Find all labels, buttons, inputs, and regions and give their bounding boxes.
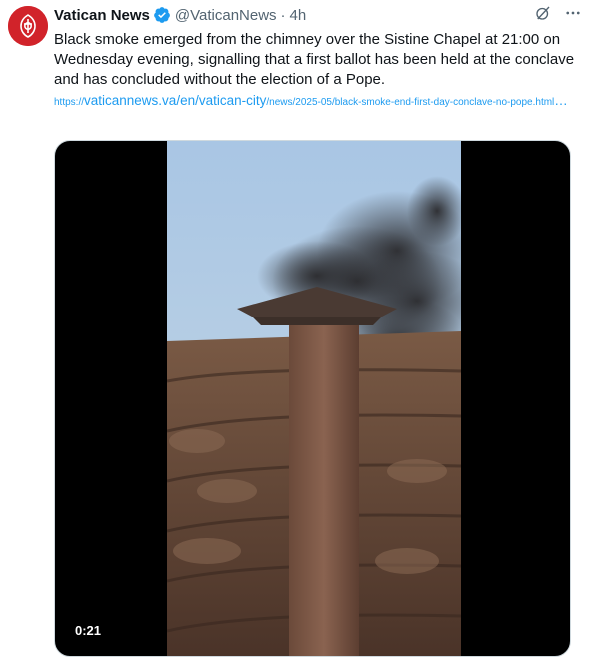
vatican-news-logo-icon — [8, 6, 48, 46]
tweet-link[interactable]: https://vaticannews.va/en/vatican-city/n… — [54, 92, 579, 112]
grok-icon[interactable] — [534, 4, 552, 26]
verified-badge-icon — [153, 6, 171, 24]
link-prefix: https:// — [54, 97, 85, 108]
link-ellipsis: … — [554, 93, 568, 108]
author-handle[interactable]: @VaticanNews — [175, 7, 277, 24]
separator-dot: · — [280, 6, 286, 24]
video-duration: 0:21 — [69, 621, 108, 640]
tweet-timestamp[interactable]: 4h — [290, 7, 307, 24]
author-name[interactable]: Vatican News — [54, 7, 150, 24]
tweet-body: Vatican News @VaticanNews · 4h Black smo… — [54, 0, 582, 112]
chimney-smoke-video-icon — [167, 141, 461, 656]
video-frame — [167, 141, 461, 656]
video-player[interactable]: 0:21 — [54, 140, 571, 657]
tweet-header: Vatican News @VaticanNews · 4h — [54, 0, 582, 30]
header-actions — [534, 4, 582, 26]
link-path: /news/2025-05/black-smoke-end-first-day-… — [266, 97, 555, 108]
link-domain: vaticannews.va/en/vatican-city — [84, 93, 267, 108]
avatar[interactable] — [8, 6, 48, 46]
more-icon[interactable] — [564, 4, 582, 26]
tweet-text: Black smoke emerged from the chimney ove… — [54, 31, 575, 88]
